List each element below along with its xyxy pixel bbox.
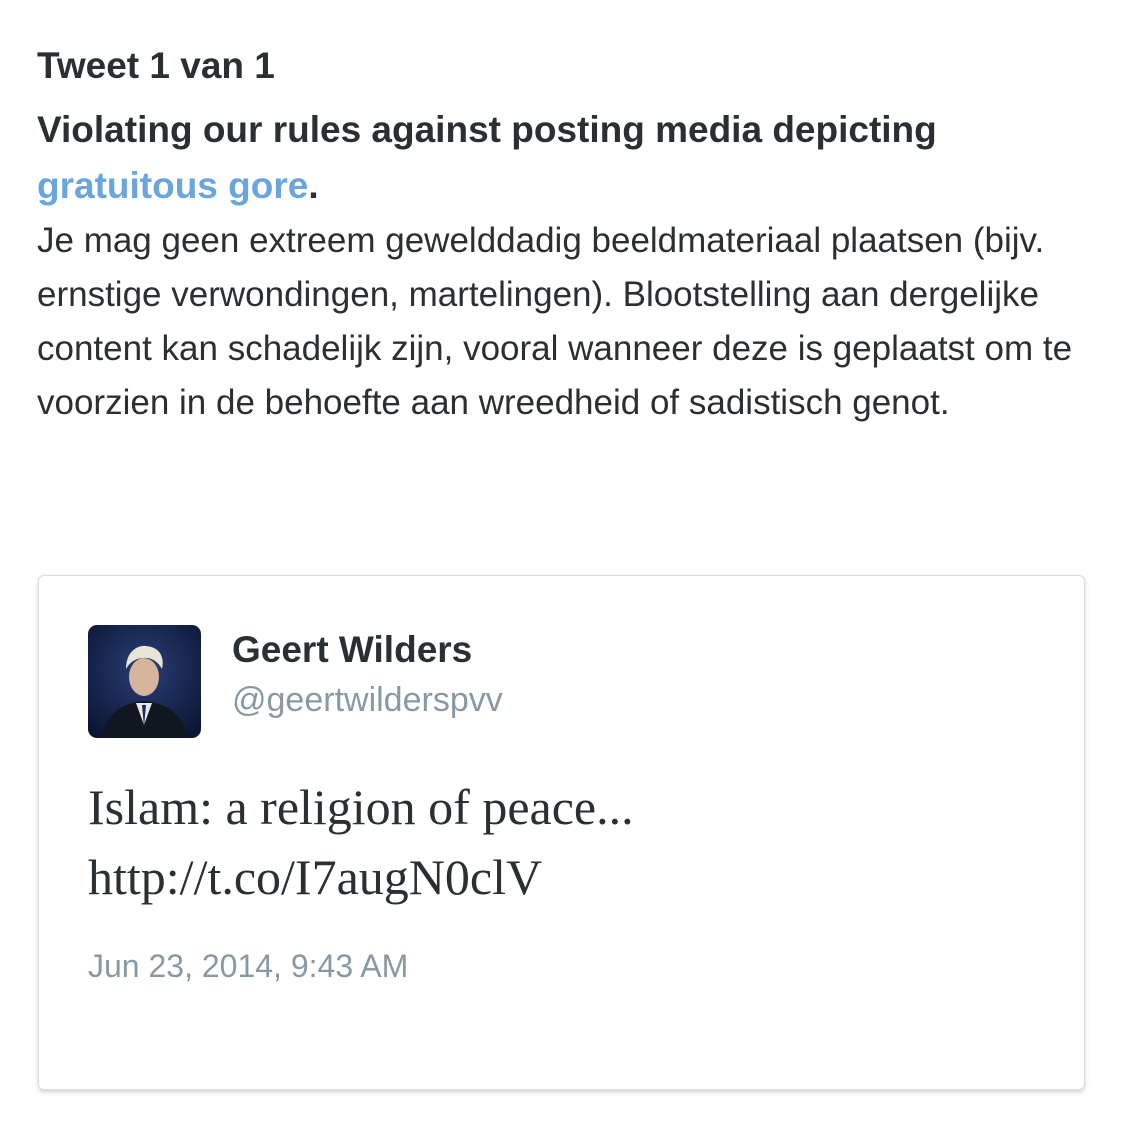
tweet-counter: Tweet 1 van 1 [37,45,275,86]
rule-heading-text: Violating our rules against posting medi… [37,109,937,150]
avatar-portrait-image [88,625,201,738]
avatar[interactable] [88,625,201,738]
gratuitous-gore-link[interactable]: gratuitous gore [37,165,308,206]
author-name[interactable]: Geert Wilders [232,626,472,674]
rule-heading-period: . [308,165,319,206]
rule-description: Je mag geen extreem gewelddadig beeldmat… [37,221,1073,422]
tweet-link[interactable]: http://t.co/I7augN0clV [88,842,1048,912]
tweet-timestamp[interactable]: Jun 23, 2014, 9:43 AM [88,944,408,988]
rule-heading: Violating our rules against posting medi… [37,102,1087,214]
tweet-text-line: Islam: a religion of peace... [88,779,634,835]
tweet-text: Islam: a religion of peace... http://t.c… [88,772,1048,912]
embedded-tweet-card[interactable]: Geert Wilders @geertwilderspvv Islam: a … [38,575,1085,1090]
author-handle[interactable]: @geertwilderspvv [232,678,503,722]
violation-notice: Tweet 1 van 1 Violating our rules agains… [37,38,1087,430]
